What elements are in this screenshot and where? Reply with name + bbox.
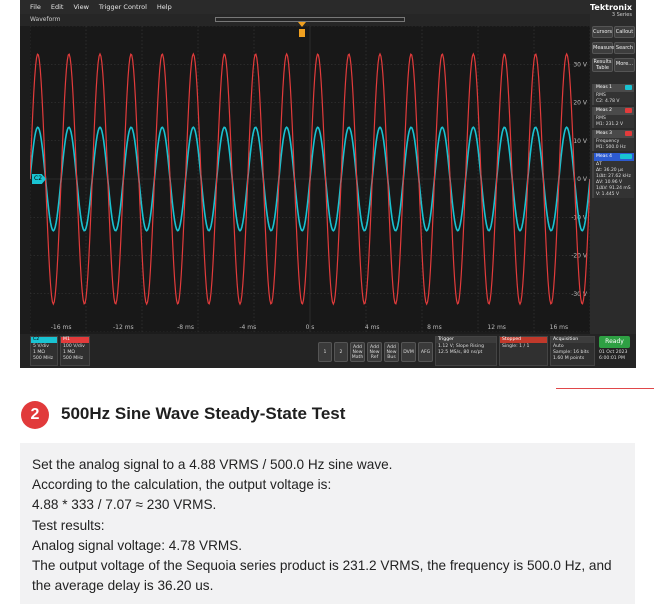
menu-help[interactable]: Help: [157, 3, 172, 11]
record-view-bar[interactable]: [215, 17, 405, 22]
stopped-label: Stopped: [500, 337, 547, 343]
menu-file[interactable]: File: [30, 3, 41, 11]
y-tick-label: 10 V: [573, 138, 588, 145]
acquisition-label: Acquisition: [551, 337, 594, 343]
math-m1-badge[interactable]: M1 100 V/div 1 MΩ 500 MHz: [60, 336, 90, 366]
x-tick-label: -16 ms: [51, 324, 72, 331]
paragraph: Set the analog signal to a 4.88 VRMS / 5…: [32, 457, 393, 472]
callout-button[interactable]: Callout: [614, 26, 635, 38]
trigger-badge[interactable]: Trigger 1.12 V; Slope Rising 12.5 MS/s, …: [435, 336, 497, 366]
sample-rate: 12.5 MS/s, 80 ns/pt: [438, 350, 483, 355]
meas-line: C2: 4.78 V: [596, 99, 620, 104]
measurement-3[interactable]: Meas 3 Frequency M1: 500.0 Hz: [592, 130, 634, 151]
brand-logo: Tektronix 3 Series: [590, 3, 636, 18]
single-count: Single: 1 / 1: [502, 344, 530, 349]
x-tick-label: 16 ms: [550, 324, 569, 331]
oscilloscope-screenshot: File Edit View Trigger Control Help Wave…: [20, 0, 636, 368]
x-tick-label: -12 ms: [113, 324, 134, 331]
right-control-panel: Tektronix 3 Series Cursors Callout Measu…: [590, 0, 636, 334]
x-tick-label: 12 ms: [487, 324, 506, 331]
article-text-box: Set the analog signal to a 4.88 VRMS / 5…: [20, 443, 635, 604]
menu-trigger-control[interactable]: Trigger Control: [99, 3, 147, 11]
paragraph: The output voltage of the Sequoia series…: [32, 558, 612, 594]
y-tick-label: -20 V: [571, 253, 588, 260]
measurement-1[interactable]: Meas 1 RMS C2: 4.78 V: [592, 84, 634, 105]
trigger-slope: Rising: [470, 344, 485, 349]
ready-status: Ready: [599, 336, 630, 348]
paragraph: According to the calculation, the output…: [32, 477, 332, 493]
measurement-2[interactable]: Meas 2 RMS M1: 231.2 V: [592, 107, 634, 128]
trigger-label: Trigger: [436, 337, 496, 343]
brand-name: Tektronix: [590, 3, 633, 12]
x-tick-label: -4 ms: [239, 324, 256, 331]
paragraph: Test results:: [32, 517, 105, 533]
channel-badge: [625, 85, 632, 90]
add-new-math-button[interactable]: Add New Math: [350, 342, 365, 362]
m1-label: M1: [61, 337, 89, 343]
meas-title: Meas 3: [596, 131, 613, 136]
divider-line: [556, 388, 654, 389]
section-title: 500Hz Sine Wave Steady-State Test: [61, 404, 346, 423]
channel-2-button[interactable]: 2: [334, 342, 348, 362]
x-tick-label: 8 ms: [427, 324, 442, 331]
date-time: 01 Oct 2023 6:00:01 PM: [599, 350, 634, 362]
channel-c2-badge[interactable]: C2 5 V/div 1 MΩ 500 MHz: [30, 336, 58, 366]
search-button[interactable]: Search: [614, 42, 635, 54]
m1-bandwidth: 500 MHz: [63, 356, 84, 361]
trigger-position-icon[interactable]: [298, 22, 306, 40]
cursors-button[interactable]: Cursors: [592, 26, 613, 38]
results-table-button[interactable]: Results Table: [592, 58, 613, 72]
x-tick-label: 0 s: [306, 324, 315, 331]
meas-title: Meas 2: [596, 108, 613, 113]
y-tick-label: 20 V: [573, 100, 588, 107]
menu-view[interactable]: View: [73, 3, 88, 11]
acq-points: 1.60 M points: [553, 356, 585, 361]
y-tick-label: 30 V: [573, 61, 588, 68]
measure-button[interactable]: Measure: [592, 42, 614, 54]
section-number-badge: 2: [21, 401, 49, 429]
c2-label: C2: [31, 337, 57, 343]
time: 6:00:01 PM: [599, 356, 625, 361]
channel-1-button[interactable]: 1: [318, 342, 332, 362]
meas-line: M1: 231.2 V: [596, 122, 624, 127]
channel-badge: [625, 108, 632, 113]
dvm-button[interactable]: DVM: [401, 342, 416, 362]
c2-bandwidth: 500 MHz: [33, 356, 54, 361]
meas-line: M1: 500.0 Hz: [596, 145, 626, 150]
x-tick-label: -8 ms: [177, 324, 194, 331]
meas-title: Meas 4: [596, 154, 613, 159]
meas-title: Meas 1: [596, 85, 613, 90]
stopped-badge[interactable]: Stopped Single: 1 / 1: [499, 336, 548, 366]
x-tick-label: 4 ms: [365, 324, 380, 331]
afg-button[interactable]: AFG: [418, 342, 433, 362]
add-new-bus-button[interactable]: Add New Bus: [384, 342, 399, 362]
channel-badge: [625, 131, 632, 136]
more-button[interactable]: More...: [614, 58, 635, 72]
menu-bar: File Edit View Trigger Control Help: [20, 0, 590, 14]
paragraph: Analog signal voltage: 4.78 VRMS.: [32, 537, 243, 553]
measurement-4[interactable]: Meas 4 ΔT Δt: 36.20 µs 1/Δt: 27.62 kHz Δ…: [592, 153, 634, 198]
menu-edit[interactable]: Edit: [51, 3, 64, 11]
y-tick-label: 0 V: [577, 176, 588, 183]
waveform-plot[interactable]: -16 ms -12 ms -8 ms -4 ms 0 s 4 ms 8 ms 12 ms 16…: [30, 26, 590, 332]
acquisition-badge[interactable]: Acquisition Auto Sample: 16 bits 1.60 M …: [550, 336, 595, 366]
meas-line: V: 1.445 V: [596, 192, 620, 197]
add-new-ref-button[interactable]: Add New Ref: [367, 342, 382, 362]
paragraph: 4.88 * 333 / 7.07 ≈ 230 VRMS.: [32, 497, 217, 513]
brand-series: 3 Series: [611, 12, 632, 18]
trigger-level: 1.12 V; Slope: [438, 344, 469, 349]
status-bar: C2 5 V/div 1 MΩ 500 MHz M1 100 V/div 1 M…: [20, 334, 636, 368]
channel-badge: [620, 154, 632, 159]
